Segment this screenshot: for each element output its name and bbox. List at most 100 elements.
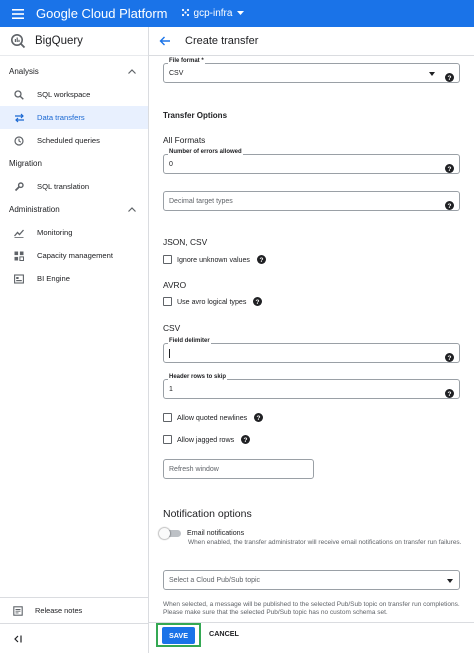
ignore-unknown-values-option: Ignore unknown values ? bbox=[163, 255, 266, 264]
svg-text:?: ? bbox=[259, 257, 263, 264]
release-notes-label: Release notes bbox=[35, 606, 83, 615]
sidebar: BigQuery Analysis SQL workspace Data tra… bbox=[0, 27, 149, 653]
help-icon[interactable]: ? bbox=[445, 197, 454, 210]
project-name: gcp-infra bbox=[193, 8, 233, 19]
email-notifications-option: Email notifications bbox=[159, 527, 244, 539]
sidebar-item-label: Scheduled queries bbox=[37, 136, 100, 145]
svg-text:?: ? bbox=[448, 75, 452, 82]
help-icon[interactable]: ? bbox=[445, 385, 454, 398]
field-placeholder: Select a Cloud Pub/Sub topic bbox=[169, 577, 261, 584]
help-icon[interactable]: ? bbox=[445, 349, 454, 362]
section-title: Migration bbox=[9, 159, 42, 168]
avro-logical-types-checkbox[interactable] bbox=[163, 297, 172, 306]
dropdown-arrow-icon bbox=[429, 72, 435, 76]
sidebar-item-label: SQL workspace bbox=[37, 90, 91, 99]
page-header: Create transfer bbox=[149, 27, 474, 56]
notification-options-heading: Notification options bbox=[163, 508, 252, 520]
bigquery-icon bbox=[10, 33, 26, 49]
help-icon[interactable]: ? bbox=[241, 435, 251, 444]
sidebar-item-label: BI Engine bbox=[37, 274, 70, 283]
allow-jagged-rows-option: Allow jagged rows ? bbox=[163, 435, 251, 444]
all-formats-heading: All Formats bbox=[163, 135, 206, 145]
brand-title[interactable]: Google Cloud Platform bbox=[36, 6, 168, 21]
svg-text:?: ? bbox=[448, 391, 452, 398]
action-bar: SAVE CANCEL bbox=[149, 622, 474, 653]
checkbox-label: Allow quoted newlines bbox=[177, 413, 248, 422]
search-icon bbox=[13, 89, 25, 101]
svg-text:?: ? bbox=[244, 437, 248, 444]
back-arrow-icon[interactable] bbox=[159, 36, 171, 46]
project-icon bbox=[181, 8, 190, 20]
file-format-select[interactable]: File format * CSV ? bbox=[163, 58, 460, 83]
header-rows-input[interactable]: Header rows to skip 1 ? bbox=[163, 374, 460, 399]
sidebar-item-label: SQL translation bbox=[37, 182, 90, 191]
collapse-icon bbox=[13, 635, 22, 643]
section-migration[interactable]: Migration bbox=[0, 152, 148, 175]
top-bar: Google Cloud Platform gcp-infra bbox=[0, 0, 474, 27]
svg-text:?: ? bbox=[448, 166, 452, 173]
svg-text:?: ? bbox=[448, 355, 452, 362]
help-icon[interactable]: ? bbox=[253, 297, 263, 306]
field-label: Field delimiter bbox=[168, 338, 211, 344]
project-selector[interactable]: gcp-infra bbox=[181, 8, 245, 20]
ignore-unknown-values-checkbox[interactable] bbox=[163, 255, 172, 264]
avro-heading: AVRO bbox=[163, 280, 187, 290]
field-delimiter-input[interactable]: Field delimiter ? bbox=[163, 338, 460, 363]
transfer-icon bbox=[13, 112, 25, 124]
errors-allowed-input[interactable]: Number of errors allowed 0 ? bbox=[163, 149, 460, 174]
wrench-icon bbox=[13, 181, 25, 193]
transfer-options-heading: Transfer Options bbox=[163, 111, 228, 120]
cancel-button[interactable]: CANCEL bbox=[209, 629, 239, 638]
checkbox-label: Ignore unknown values bbox=[177, 255, 250, 264]
sidebar-item-label: Capacity management bbox=[37, 251, 113, 260]
json-csv-heading: JSON, CSV bbox=[163, 237, 208, 247]
refresh-window-input[interactable]: Refresh window bbox=[163, 459, 314, 479]
decimal-target-types-select[interactable]: Decimal target types ? bbox=[163, 191, 460, 211]
clock-icon bbox=[13, 135, 25, 147]
monitoring-icon bbox=[13, 227, 25, 239]
chevron-up-icon bbox=[128, 69, 136, 74]
field-label: Number of errors allowed bbox=[168, 149, 243, 155]
svg-text:?: ? bbox=[448, 203, 452, 210]
sidebar-item-label: Monitoring bbox=[37, 228, 73, 237]
svg-text:?: ? bbox=[256, 299, 260, 306]
help-icon[interactable]: ? bbox=[445, 69, 454, 82]
field-value: 0 bbox=[169, 161, 173, 168]
sidebar-footer: Release notes bbox=[0, 597, 148, 653]
sidebar-item-bi-engine[interactable]: BI Engine bbox=[0, 267, 148, 290]
sidebar-item-monitoring[interactable]: Monitoring bbox=[0, 221, 148, 244]
sidebar-item-capacity-management[interactable]: Capacity management bbox=[0, 244, 148, 267]
allow-jagged-rows-checkbox[interactable] bbox=[163, 435, 172, 444]
csv-heading: CSV bbox=[163, 323, 181, 333]
help-icon[interactable]: ? bbox=[254, 413, 264, 422]
menu-icon[interactable] bbox=[0, 0, 36, 27]
allow-quoted-newlines-checkbox[interactable] bbox=[163, 413, 172, 422]
checkbox-label: Use avro logical types bbox=[177, 297, 247, 306]
help-icon[interactable]: ? bbox=[445, 160, 454, 173]
help-icon[interactable]: ? bbox=[256, 255, 266, 264]
product-name: BigQuery bbox=[35, 35, 83, 47]
pubsub-topic-select[interactable]: Select a Cloud Pub/Sub topic bbox=[163, 570, 460, 590]
section-title: Analysis bbox=[9, 67, 39, 76]
bi-engine-icon bbox=[13, 273, 25, 285]
sidebar-item-sql-workspace[interactable]: SQL workspace bbox=[0, 83, 148, 106]
release-notes-link[interactable]: Release notes bbox=[0, 597, 148, 623]
page-title: Create transfer bbox=[185, 35, 259, 47]
collapse-sidebar-button[interactable] bbox=[0, 623, 148, 653]
section-analysis[interactable]: Analysis bbox=[0, 60, 148, 83]
svg-text:?: ? bbox=[257, 415, 261, 422]
sidebar-item-scheduled-queries[interactable]: Scheduled queries bbox=[0, 129, 148, 152]
dropdown-arrow-icon bbox=[447, 579, 453, 583]
avro-logical-types-option: Use avro logical types ? bbox=[163, 297, 263, 306]
section-title: Administration bbox=[9, 205, 60, 214]
section-administration[interactable]: Administration bbox=[0, 198, 148, 221]
checkbox-label: Allow jagged rows bbox=[177, 435, 235, 444]
chevron-up-icon bbox=[128, 207, 136, 212]
pubsub-hint: When selected, a message will be publish… bbox=[163, 601, 460, 616]
sidebar-item-data-transfers[interactable]: Data transfers bbox=[0, 106, 148, 129]
email-notifications-hint: When enabled, the transfer administrator… bbox=[188, 539, 462, 546]
email-notifications-toggle[interactable] bbox=[159, 527, 181, 539]
field-placeholder: Decimal target types bbox=[169, 198, 233, 205]
sidebar-item-sql-translation[interactable]: SQL translation bbox=[0, 175, 148, 198]
save-button[interactable]: SAVE bbox=[162, 626, 195, 644]
